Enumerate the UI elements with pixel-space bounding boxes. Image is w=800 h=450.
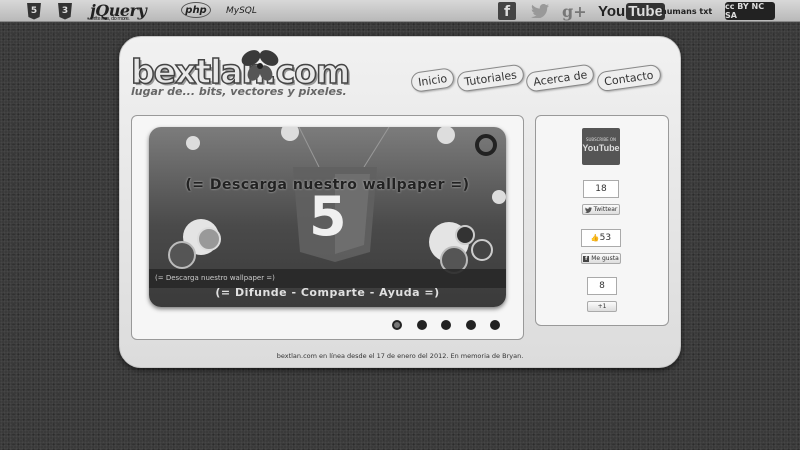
youtube-logo[interactable]: You Tube <box>598 2 665 20</box>
html5-icon[interactable]: 5 <box>27 2 41 20</box>
top-bar: 5 3 jQuery write less, do more. php MySQ… <box>0 0 800 22</box>
jquery-logo[interactable]: jQuery write less, do more. <box>90 1 168 22</box>
slide-image[interactable]: 5 (= Descarga nuestro wallpaper =) (= De… <box>149 127 506 307</box>
tweet-button[interactable]: Twittear <box>582 204 620 215</box>
slide-title: (= Descarga nuestro wallpaper =) <box>185 177 470 193</box>
slider-dot-4[interactable] <box>465 320 476 330</box>
butterfly-logo-icon <box>241 50 279 81</box>
html5-number: 5 <box>309 185 347 248</box>
mysql-logo[interactable]: MySQL <box>226 2 257 20</box>
thumbs-up-icon: 👍 <box>590 234 600 242</box>
php-logo[interactable]: php <box>181 2 211 18</box>
humanstxt-logo[interactable]: humans txt <box>661 2 712 20</box>
twitter-count: 18 <box>583 180 619 198</box>
facebook-like-count: 👍 53 <box>581 229 621 247</box>
twitter-icon[interactable] <box>531 2 549 20</box>
slide-footer-text: (= Difunde - Comparte - Ayuda =) <box>215 286 440 299</box>
slider-dot-2[interactable] <box>416 320 427 330</box>
logo-tagline: lugar de... bits, vectores y pixeles. <box>131 85 347 98</box>
gplus-button[interactable]: +1 <box>587 301 617 312</box>
facebook-like-button[interactable]: f Me gusta <box>581 253 621 264</box>
twitter-bird-icon <box>531 4 549 18</box>
gplus-count: 8 <box>587 277 617 295</box>
googleplus-icon[interactable]: g+ <box>562 2 587 21</box>
slider-dot-5[interactable] <box>490 320 500 330</box>
site-footer: bextlan.com en línea desde el 17 de ener… <box>276 352 524 360</box>
youtube-subscribe-button[interactable]: SUBSCRIBE ON YouTube <box>582 128 620 165</box>
css3-icon[interactable]: 3 <box>58 2 72 20</box>
twitter-icon <box>584 206 592 213</box>
creative-commons-badge[interactable]: cc BY NC SA <box>725 2 775 20</box>
facebook-icon[interactable]: f <box>498 2 516 20</box>
slider-dot-3[interactable] <box>441 320 451 330</box>
slider-dot-1[interactable] <box>392 320 402 330</box>
facebook-icon: f <box>583 255 590 262</box>
